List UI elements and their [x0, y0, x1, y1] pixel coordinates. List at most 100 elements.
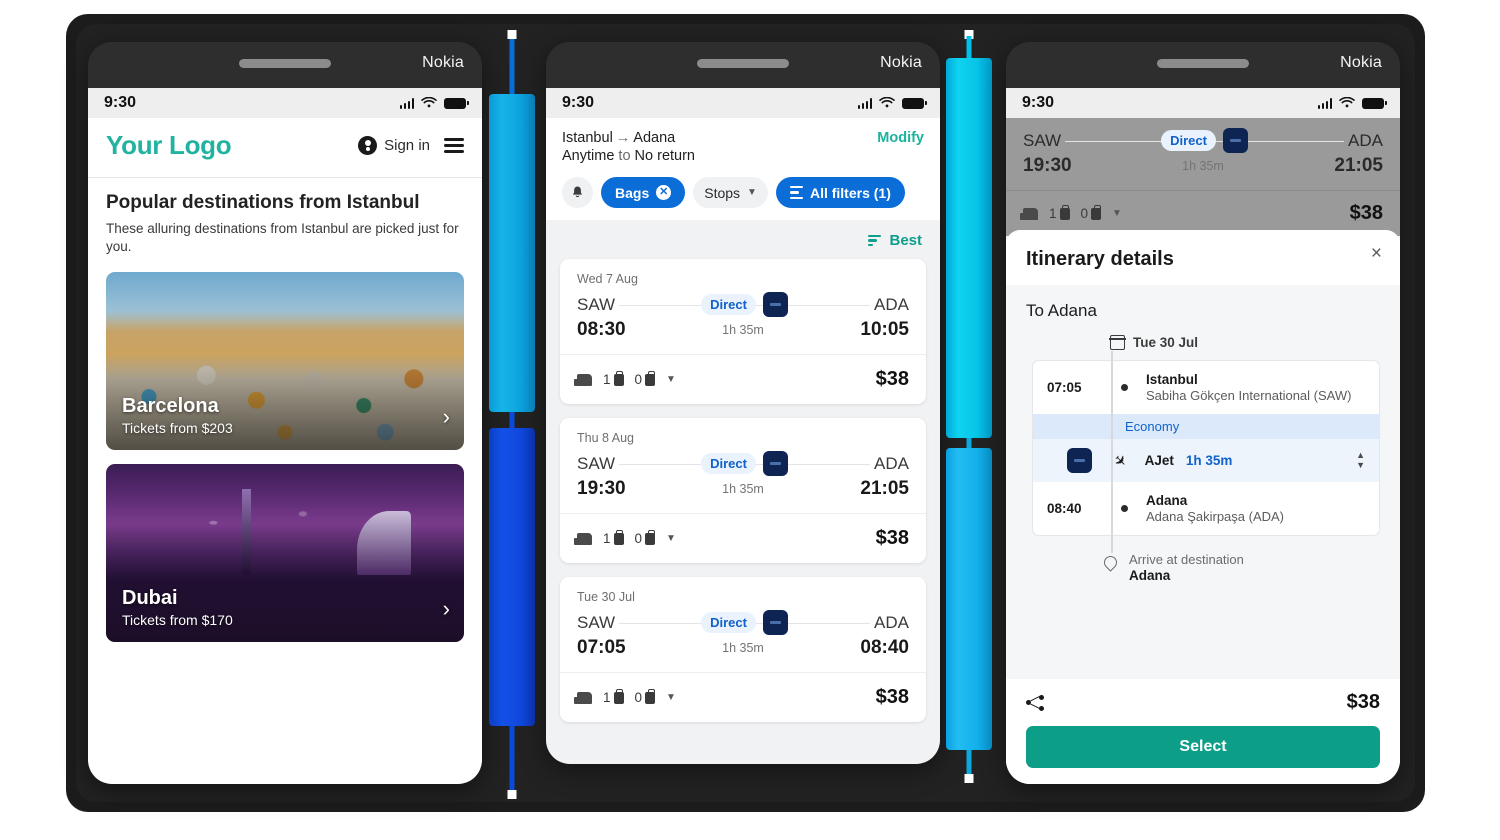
phone1-content: Popular destinations from Istanbul These…: [88, 178, 482, 643]
origin-code: SAW: [577, 453, 616, 473]
flight-middle: Direct: [619, 292, 871, 317]
chevron-right-icon[interactable]: ›: [443, 406, 450, 428]
status-icons: [399, 97, 469, 109]
departure-city: Istanbul: [1146, 372, 1198, 387]
arrive-time: 08:40: [860, 637, 909, 658]
hamburger-menu-icon[interactable]: [444, 138, 464, 153]
flight-card-bottom: 1 0 ▼ $38: [560, 513, 926, 563]
seat-icon: [574, 373, 592, 386]
bell-alert-icon: [573, 186, 582, 198]
sheet-title: Itinerary details: [1026, 248, 1174, 270]
filter-chip-bags[interactable]: Bags ✕: [601, 177, 686, 208]
baggage-summary[interactable]: 1 0 ▼: [574, 688, 676, 705]
filter-chip-stops[interactable]: Stops ▼: [693, 177, 768, 208]
timeline-dot-icon: [1121, 505, 1128, 512]
divider-cylinder-cyan: [489, 94, 535, 412]
destination-price: Tickets from $203: [122, 420, 233, 437]
destination-code: ADA: [874, 453, 909, 473]
chevron-down-icon[interactable]: ▼: [666, 374, 676, 385]
battery-icon: [1362, 97, 1387, 109]
status-time: 9:30: [562, 94, 595, 111]
flight-card-top: Tue 30 Jul SAW Direct ADA 07:05 1h 35m 0…: [560, 577, 926, 672]
wifi-icon: [879, 97, 895, 108]
arrival-place: Adana Adana Şakirpaşa (ADA): [1146, 493, 1284, 524]
depart-time: 08:30: [577, 319, 626, 340]
modify-search-button[interactable]: Modify: [877, 130, 924, 146]
stops-chip-label: Stops: [704, 184, 741, 201]
route-destination: Adana: [633, 130, 676, 146]
phone2-chrome: Nokia: [546, 42, 940, 88]
flight-middle: Direct: [619, 451, 871, 476]
arrive-label: Arrive at destination: [1129, 552, 1244, 567]
destination-card-dubai[interactable]: Dubai Tickets from $170 ›: [106, 464, 464, 643]
all-filters-button[interactable]: All filters (1): [775, 177, 905, 208]
airline-logo: [762, 610, 788, 635]
wifi-icon: [421, 97, 437, 108]
phone3-chrome: Nokia: [1006, 42, 1400, 88]
cabin-bag-item: 1: [1049, 204, 1070, 221]
arrive-text-block: Arrive at destination Adana: [1129, 552, 1244, 583]
all-filters-label: All filters (1): [809, 184, 891, 201]
decorative-divider-left: [489, 30, 535, 810]
cabin-bag-count: 1: [1049, 206, 1057, 221]
flight-price: $38: [875, 368, 909, 390]
checked-bag-item: 0: [635, 688, 656, 705]
site-logo[interactable]: Your Logo: [106, 130, 232, 161]
page-title: Popular destinations from Istanbul: [106, 192, 420, 213]
flight-card[interactable]: Wed 7 Aug SAW Direct ADA 08:30 1h 35m 10…: [560, 259, 926, 404]
phone2-speaker-notch: [697, 59, 789, 68]
cabin-class-label: Economy: [1033, 414, 1379, 439]
cabin-bag-item: 1: [603, 529, 624, 546]
flight-card[interactable]: Thu 8 Aug SAW Direct ADA 19:30 1h 35m 21…: [560, 418, 926, 563]
select-button[interactable]: Select: [1026, 726, 1380, 768]
background-flight-card: SAW Direct ADA 19:30 1h 35m 21:05: [1006, 118, 1400, 190]
phone-mockup-results: Nokia 9:30 Istanbul → Adana Anytime to N…: [546, 42, 940, 764]
checked-bag-item: 0: [635, 370, 656, 387]
stops-badge: Direct: [1161, 130, 1216, 151]
depart-time: 07:05: [577, 637, 626, 658]
route-text-block[interactable]: Istanbul → Adana Anytime to No return: [562, 130, 695, 164]
arrive-city: Adana: [1129, 568, 1171, 583]
calendar-icon: [1109, 335, 1126, 350]
airline-logo: [1222, 128, 1248, 153]
chevron-down-icon[interactable]: ▼: [666, 533, 676, 544]
sign-in-button[interactable]: Sign in: [358, 136, 430, 155]
divider-cylinder-blue: [946, 448, 992, 750]
share-icon[interactable]: [1026, 694, 1044, 711]
stops-badge: Direct: [701, 612, 756, 633]
cabin-bag-count: 1: [603, 690, 611, 705]
flight-price: $38: [875, 527, 909, 549]
sort-icon: [868, 234, 882, 247]
sort-label: Best: [889, 232, 922, 249]
checked-bag-item: 0: [635, 529, 656, 546]
close-icon[interactable]: ✕: [656, 185, 672, 200]
phone2-brand-label: Nokia: [880, 54, 922, 71]
flight-detail-row[interactable]: ✈ AJet 1h 35m ▲ ▼: [1033, 439, 1379, 482]
close-icon[interactable]: ×: [1371, 244, 1382, 263]
flight-price: $38: [1349, 202, 1383, 224]
chevron-right-icon[interactable]: ›: [443, 598, 450, 620]
destination-card-barcelona[interactable]: Barcelona Tickets from $203 ›: [106, 272, 464, 451]
expand-collapse-icon[interactable]: ▲ ▼: [1356, 451, 1365, 469]
route-arrow-icon: →: [615, 130, 631, 146]
origin-code: SAW: [577, 612, 616, 632]
flight-time-line: 19:30 1h 35m 21:05: [577, 478, 909, 500]
destination-name: Barcelona: [122, 395, 219, 418]
phone2-screen: 9:30 Istanbul → Adana Anytime to No retu…: [546, 88, 940, 764]
baggage-summary[interactable]: 1 0 ▼: [574, 370, 676, 387]
arrival-row: 08:40 Adana Adana Şakirpaşa (ADA): [1033, 482, 1379, 535]
airline-logo: [762, 451, 788, 476]
chevron-down-icon[interactable]: ▼: [666, 692, 676, 703]
segment-duration: 1h 35m: [1185, 453, 1233, 468]
flight-route-line: SAW Direct ADA: [577, 451, 909, 476]
screenshot-stage: Nokia 9:30 Your Logo Sign in Popular des…: [0, 0, 1500, 840]
total-price: $38: [1346, 691, 1380, 713]
sort-control[interactable]: Best: [546, 220, 940, 259]
price-alert-button[interactable]: [562, 177, 593, 208]
depart-label: Anytime: [562, 148, 615, 164]
flight-card[interactable]: Tue 30 Jul SAW Direct ADA 07:05 1h 35m 0…: [560, 577, 926, 722]
stops-badge: Direct: [701, 453, 756, 474]
carrier-name: AJet: [1144, 453, 1174, 468]
battery-icon: [902, 97, 927, 109]
baggage-summary[interactable]: 1 0 ▼: [574, 529, 676, 546]
